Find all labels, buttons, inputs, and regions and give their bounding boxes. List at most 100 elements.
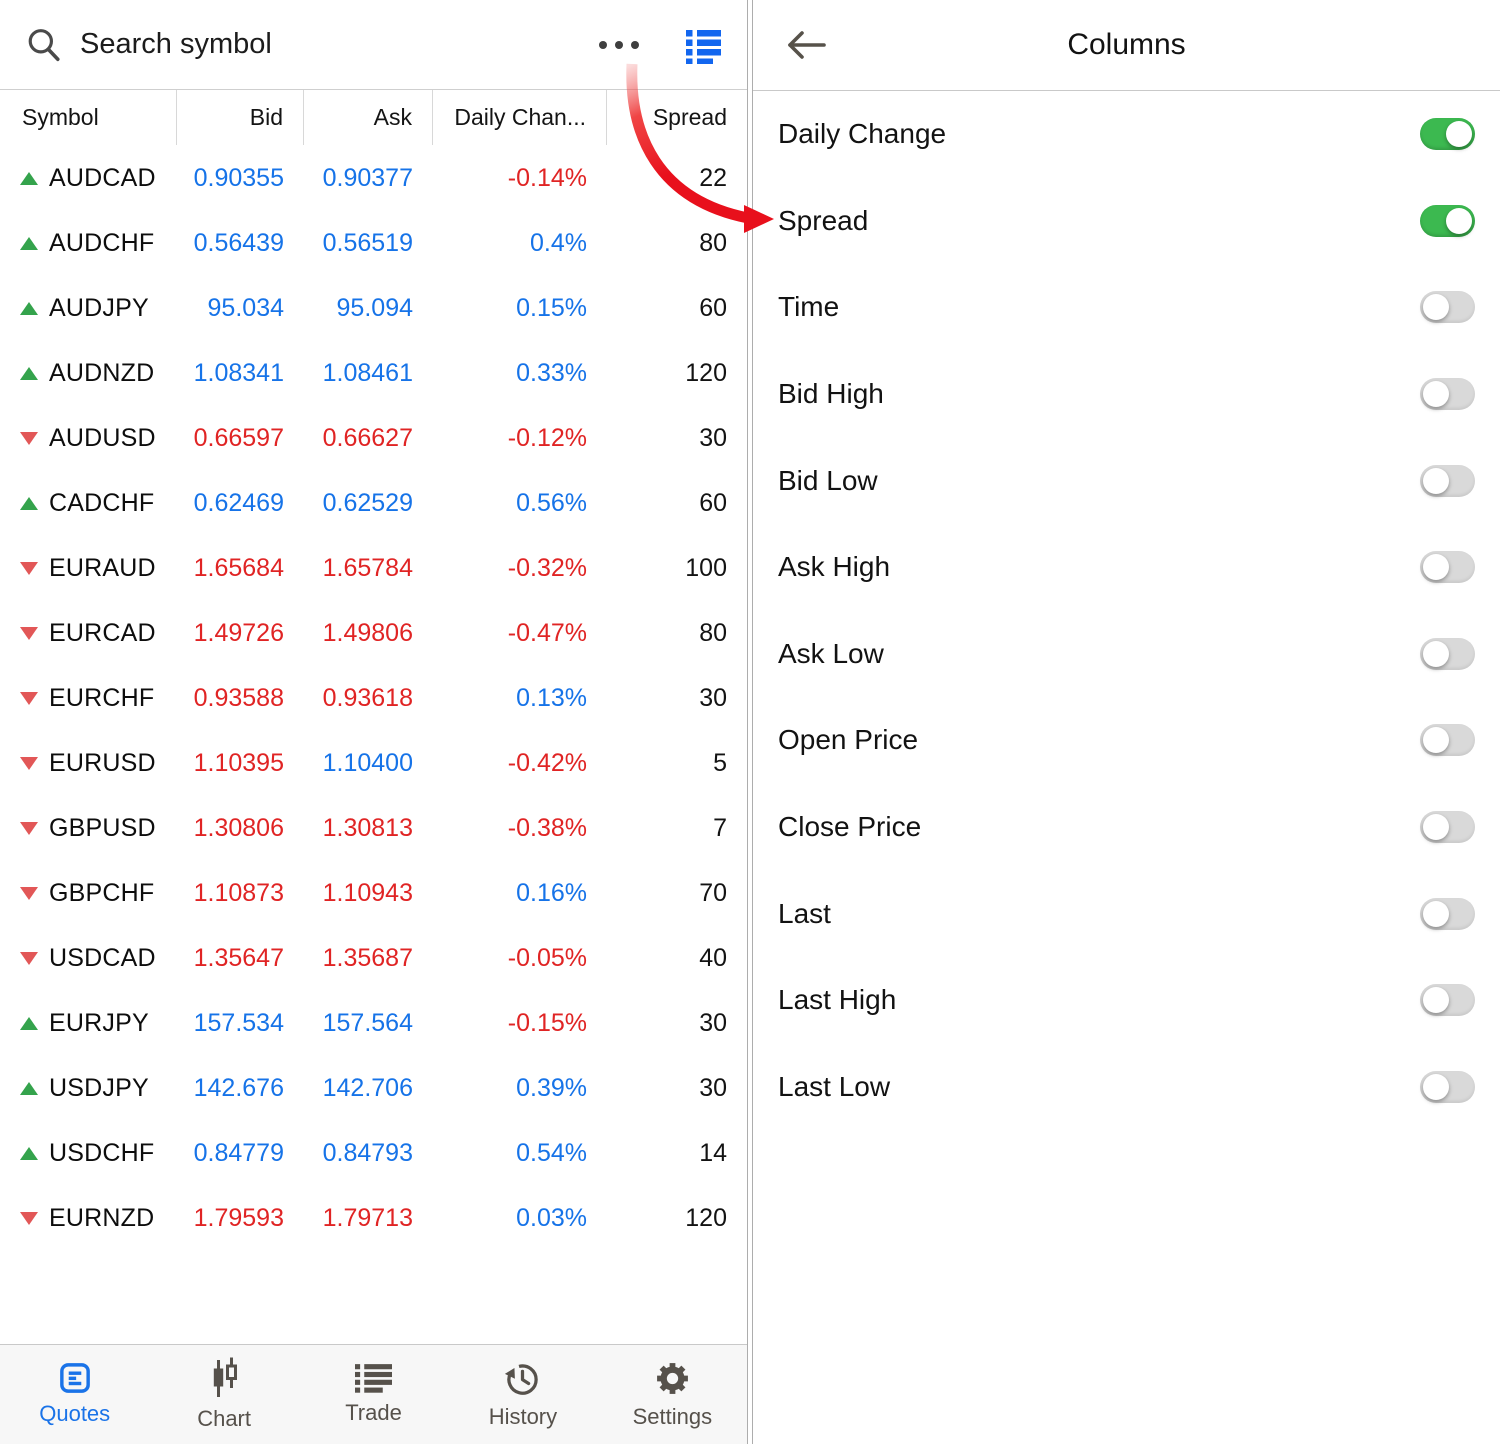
ask-value: 1.35687 — [304, 944, 433, 973]
daily-change-value: -0.38% — [433, 814, 607, 843]
ask-value: 1.49806 — [304, 619, 433, 648]
tab-trade[interactable]: Trade — [299, 1345, 448, 1444]
column-option-row[interactable]: Daily Change — [753, 91, 1500, 178]
quotes-panel: Symbol Bid Ask Daily Chan... Spread AUDC… — [0, 0, 747, 1444]
gear-icon — [654, 1360, 691, 1397]
column-option-row[interactable]: Open Price — [753, 697, 1500, 784]
table-row[interactable]: EURAUD 1.65684 1.65784 -0.32% 100 — [0, 536, 747, 601]
bid-value: 1.35647 — [177, 944, 304, 973]
column-toggle[interactable] — [1420, 378, 1475, 410]
trend-arrow-icon — [20, 1147, 38, 1160]
tab-label: Trade — [345, 1400, 402, 1426]
ask-value: 0.90377 — [304, 164, 433, 193]
tab-history[interactable]: History — [448, 1345, 597, 1444]
history-icon — [504, 1360, 541, 1397]
column-toggle[interactable] — [1420, 118, 1475, 150]
symbol-name: EURCHF — [49, 684, 154, 713]
bid-value: 1.79593 — [177, 1204, 304, 1233]
table-row[interactable]: AUDCAD 0.90355 0.90377 -0.14% 22 — [0, 146, 747, 211]
trend-arrow-icon — [20, 172, 38, 185]
toggle-knob — [1423, 727, 1449, 753]
column-toggle[interactable] — [1420, 205, 1475, 237]
column-option-row[interactable]: Ask Low — [753, 611, 1500, 698]
table-row[interactable]: USDCAD 1.35647 1.35687 -0.05% 40 — [0, 926, 747, 991]
trend-arrow-icon — [20, 302, 38, 315]
table-row[interactable]: EURCAD 1.49726 1.49806 -0.47% 80 — [0, 601, 747, 666]
toggle-knob — [1423, 901, 1449, 927]
column-toggle[interactable] — [1420, 898, 1475, 930]
toggle-knob — [1423, 554, 1449, 580]
table-row[interactable]: AUDUSD 0.66597 0.66627 -0.12% 30 — [0, 406, 747, 471]
header-bid: Bid — [177, 90, 304, 145]
table-row[interactable]: GBPCHF 1.10873 1.10943 0.16% 70 — [0, 861, 747, 926]
table-row[interactable]: EURNZD 1.79593 1.79713 0.03% 120 — [0, 1186, 747, 1251]
header-daily-change: Daily Chan... — [433, 90, 607, 145]
search-icon — [26, 27, 62, 63]
table-row[interactable]: AUDCHF 0.56439 0.56519 0.4% 80 — [0, 211, 747, 276]
column-toggle[interactable] — [1420, 984, 1475, 1016]
search-input[interactable] — [78, 27, 597, 62]
tab-chart[interactable]: Chart — [149, 1345, 298, 1444]
table-row[interactable]: CADCHF 0.62469 0.62529 0.56% 60 — [0, 471, 747, 536]
table-row[interactable]: EURUSD 1.10395 1.10400 -0.42% 5 — [0, 731, 747, 796]
column-option-row[interactable]: Last High — [753, 957, 1500, 1044]
table-row[interactable]: AUDJPY 95.034 95.094 0.15% 60 — [0, 276, 747, 341]
ask-value: 1.65784 — [304, 554, 433, 583]
list-view-button[interactable] — [685, 26, 721, 64]
tab-quotes[interactable]: Quotes — [0, 1345, 149, 1444]
column-option-row[interactable]: Bid High — [753, 351, 1500, 438]
column-option-row[interactable]: Last — [753, 870, 1500, 957]
column-option-row[interactable]: Close Price — [753, 784, 1500, 871]
symbol-name: EURAUD — [49, 554, 156, 583]
bid-value: 157.534 — [177, 1009, 304, 1038]
daily-change-value: 0.16% — [433, 879, 607, 908]
trend-arrow-icon — [20, 692, 38, 705]
ask-value: 0.56519 — [304, 229, 433, 258]
table-row[interactable]: USDJPY 142.676 142.706 0.39% 30 — [0, 1056, 747, 1121]
table-row[interactable]: USDCHF 0.84779 0.84793 0.54% 14 — [0, 1121, 747, 1186]
column-option-row[interactable]: Spread — [753, 178, 1500, 265]
toggle-knob — [1423, 987, 1449, 1013]
daily-change-value: 0.33% — [433, 359, 607, 388]
tab-label: Quotes — [39, 1401, 110, 1427]
table-row[interactable]: EURJPY 157.534 157.564 -0.15% 30 — [0, 991, 747, 1056]
toggle-knob — [1423, 468, 1449, 494]
column-option-row[interactable]: Last Low — [753, 1044, 1500, 1131]
column-toggle[interactable] — [1420, 638, 1475, 670]
trend-arrow-icon — [20, 822, 38, 835]
column-option-row[interactable]: Time — [753, 264, 1500, 351]
table-row[interactable]: AUDNZD 1.08341 1.08461 0.33% 120 — [0, 341, 747, 406]
quotes-table-header: Symbol Bid Ask Daily Chan... Spread — [0, 90, 747, 145]
column-option-label: Last Low — [778, 1071, 890, 1103]
bid-value: 1.30806 — [177, 814, 304, 843]
toggle-knob — [1446, 208, 1472, 234]
chart-icon — [208, 1357, 241, 1399]
tab-settings[interactable]: Settings — [598, 1345, 747, 1444]
trend-arrow-icon — [20, 497, 38, 510]
column-toggle[interactable] — [1420, 811, 1475, 843]
ask-value: 142.706 — [304, 1074, 433, 1103]
spread-value: 30 — [607, 684, 747, 713]
quotes-icon — [59, 1362, 91, 1394]
list-icon — [685, 26, 721, 64]
toggle-knob — [1446, 121, 1472, 147]
trend-arrow-icon — [20, 367, 38, 380]
table-row[interactable]: GBPUSD 1.30806 1.30813 -0.38% 7 — [0, 796, 747, 861]
column-option-label: Bid High — [778, 378, 884, 410]
symbol-name: USDCHF — [49, 1139, 154, 1168]
column-option-label: Ask High — [778, 551, 890, 583]
column-option-row[interactable]: Ask High — [753, 524, 1500, 611]
table-row[interactable]: EURCHF 0.93588 0.93618 0.13% 30 — [0, 666, 747, 731]
more-options-button[interactable] — [597, 35, 641, 55]
column-toggle[interactable] — [1420, 1071, 1475, 1103]
spread-value: 120 — [607, 359, 747, 388]
daily-change-value: 0.54% — [433, 1139, 607, 1168]
column-toggle[interactable] — [1420, 465, 1475, 497]
header-symbol: Symbol — [0, 90, 177, 145]
column-option-row[interactable]: Bid Low — [753, 437, 1500, 524]
column-toggle[interactable] — [1420, 551, 1475, 583]
bid-value: 1.49726 — [177, 619, 304, 648]
symbol-name: AUDCAD — [49, 164, 156, 193]
column-toggle[interactable] — [1420, 291, 1475, 323]
column-toggle[interactable] — [1420, 724, 1475, 756]
